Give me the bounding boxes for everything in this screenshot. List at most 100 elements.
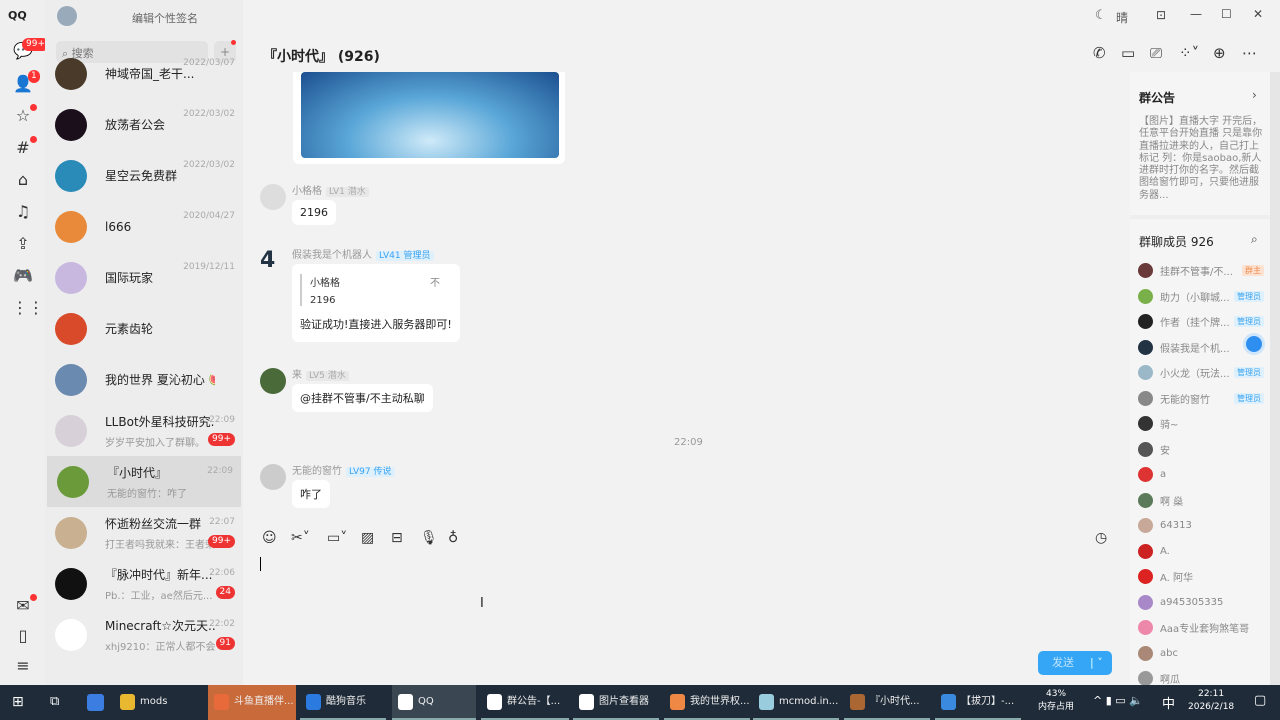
conversation-item[interactable]: 怀逝粉丝交流一群 打王者吗我就来：王者荣... 22:07 99+ bbox=[45, 507, 243, 558]
history-icon[interactable]: ◷ bbox=[1095, 530, 1107, 546]
red-packet-icon[interactable]: ⊟ bbox=[391, 530, 403, 546]
message-input[interactable] bbox=[243, 556, 1130, 685]
conversation-item[interactable]: 元素齿轮 bbox=[45, 303, 243, 354]
conversation-avatar bbox=[55, 312, 87, 345]
notification-icon[interactable]: ▢ bbox=[1254, 693, 1266, 708]
conversation-item[interactable]: LLBot外星科技研究... 岁岁平安加入了群聊。 22:09 99+ bbox=[45, 405, 243, 456]
member-item[interactable]: Aaa专业套狗煞笔哥 bbox=[1138, 615, 1268, 641]
floating-assistant-button[interactable] bbox=[1243, 333, 1265, 355]
maximize-button[interactable]: ☐ bbox=[1221, 7, 1232, 21]
conversation-item[interactable]: 我的世界 夏沁初心 🍉 bbox=[45, 354, 243, 405]
tray-chevron-icon[interactable]: ^ ▮ ▭ 🔈 bbox=[1093, 694, 1143, 707]
member-item[interactable]: 挂群不管事/不... 群主 bbox=[1138, 258, 1268, 284]
member-item[interactable]: abc bbox=[1138, 641, 1268, 667]
notice-text[interactable]: 【图片】直播大字 开完后，任意平台开始直播 只是靠你直播拉进来的人，自己打上标记… bbox=[1139, 116, 1265, 202]
emoji-icon[interactable]: ☺ bbox=[262, 530, 277, 546]
clock[interactable]: 22:11 2026/2/18 bbox=[1188, 688, 1234, 714]
send-options-chevron-icon[interactable]: | ˅ bbox=[1090, 651, 1103, 675]
phone-icon[interactable]: ▯ bbox=[12, 625, 34, 647]
voice-call-icon[interactable]: ✆ bbox=[1093, 44, 1106, 62]
gamepad-icon[interactable]: 🎮 bbox=[12, 265, 34, 287]
games-center-icon[interactable]: ⌂ bbox=[12, 169, 34, 191]
user-avatar[interactable] bbox=[57, 6, 77, 26]
pin-window-icon[interactable]: ⊡ bbox=[1156, 8, 1166, 22]
member-item[interactable]: 64313 bbox=[1138, 513, 1268, 539]
conversation-name: l666 bbox=[105, 219, 132, 234]
member-name: 安 bbox=[1160, 445, 1170, 457]
minimize-button[interactable]: — bbox=[1190, 7, 1202, 21]
member-item[interactable]: a bbox=[1138, 462, 1268, 488]
sender-avatar[interactable]: 4 bbox=[260, 248, 286, 274]
member-search-icon[interactable]: ⌕ bbox=[1251, 232, 1258, 247]
notice-title[interactable]: 群公告 bbox=[1139, 89, 1175, 106]
conversation-item[interactable]: 放荡者公会 2022/03/02 bbox=[45, 99, 243, 150]
sender-avatar[interactable] bbox=[260, 464, 286, 490]
image-icon[interactable]: ▨ bbox=[361, 530, 374, 546]
signature-edit[interactable]: 编辑个性签名 bbox=[132, 10, 198, 26]
member-item[interactable]: a945305335 bbox=[1138, 590, 1268, 616]
conversation-item[interactable]: 国际玩家 2019/12/11 bbox=[45, 252, 243, 303]
taskbar-item[interactable]: 酷狗音乐 bbox=[300, 685, 386, 720]
image-message[interactable] bbox=[293, 72, 565, 164]
conversation-item[interactable]: 星空云免费群 2022/03/02 bbox=[45, 150, 243, 201]
more-tools-icon[interactable]: ♁ bbox=[448, 530, 458, 546]
taskbar-item[interactable]: 『小时代... bbox=[844, 685, 930, 720]
apps-grid-icon[interactable]: ⋮⋮ bbox=[12, 297, 44, 319]
member-item[interactable]: A. 阿华 bbox=[1138, 564, 1268, 590]
member-item[interactable]: 无能的窗竹 管理员 bbox=[1138, 386, 1268, 412]
taskbar-item[interactable]: mcmod.in... bbox=[753, 685, 839, 720]
conversation-item[interactable]: 『小时代』 无能的窗竹：咋了 22:09 bbox=[47, 456, 241, 507]
member-item[interactable]: 骑~ bbox=[1138, 411, 1268, 437]
add-member-icon[interactable]: ⊕ bbox=[1213, 44, 1226, 62]
close-button[interactable]: ✕ bbox=[1253, 7, 1263, 21]
screen-share-icon[interactable]: ⎚ bbox=[1150, 44, 1162, 62]
conversation-item[interactable]: 『脉冲时代』新年... Pb.：工业，ae然后元... 22:06 24 bbox=[45, 558, 243, 609]
scrollbar[interactable] bbox=[1270, 72, 1280, 685]
taskbar-item[interactable]: 我的世界权... bbox=[664, 685, 750, 720]
member-item[interactable]: 小火龙（玩法... 管理员 bbox=[1138, 360, 1268, 386]
taskbar-item[interactable]: 群公告-【... bbox=[481, 685, 569, 720]
task-view-icon[interactable]: ⧉ bbox=[50, 694, 59, 709]
unread-badge: 99+ bbox=[208, 535, 235, 548]
taskbar-app-icon bbox=[120, 694, 135, 710]
start-icon[interactable]: ⊞ bbox=[12, 694, 24, 710]
conversation-item[interactable]: l666 2020/04/27 bbox=[45, 201, 243, 252]
conversation-preview: Pb.：工业，ae然后元... bbox=[105, 590, 213, 602]
menu-icon[interactable]: ≡ bbox=[12, 655, 34, 677]
video-call-icon[interactable]: ▭ bbox=[1121, 44, 1135, 62]
member-item[interactable]: 作者（挂个牌... 管理员 bbox=[1138, 309, 1268, 335]
conversation-text: Minecraft☆次元天... xhj9210：正常人都不会买吧 bbox=[105, 617, 215, 653]
quoted-message[interactable]: 小格格 2196 不 bbox=[300, 274, 440, 306]
taskbar-item[interactable]: QQ bbox=[392, 685, 476, 720]
microphone-icon[interactable]: 🎙 bbox=[420, 530, 438, 546]
conversation-item[interactable]: Minecraft☆次元天... xhj9210：正常人都不会买吧 22:02 91 bbox=[45, 609, 243, 660]
conversation-item[interactable]: 神域帝国_老干... 2022/03/07 bbox=[45, 48, 243, 99]
app-icon[interactable] bbox=[87, 694, 104, 711]
chevron-right-icon[interactable]: › bbox=[1252, 88, 1257, 102]
member-item[interactable]: A. bbox=[1138, 539, 1268, 565]
member-avatar bbox=[1138, 569, 1153, 585]
sender-avatar[interactable] bbox=[260, 368, 286, 394]
memory-usage[interactable]: 43% 内存占用 bbox=[1038, 688, 1074, 714]
screenshot-icon[interactable]: ✂˅ bbox=[291, 530, 310, 546]
send-button[interactable]: 发送 | ˅ bbox=[1038, 651, 1112, 675]
taskbar-item[interactable]: mods bbox=[114, 685, 200, 720]
apps-icon[interactable]: ⁘˅ bbox=[1179, 44, 1199, 62]
unread-badge: 99+ bbox=[208, 433, 235, 446]
member-item[interactable]: 助力（小聊城... 管理员 bbox=[1138, 284, 1268, 310]
member-role-badge: 管理员 bbox=[1234, 367, 1264, 379]
sender-avatar[interactable] bbox=[260, 184, 286, 210]
music-icon[interactable]: ♫ bbox=[12, 201, 34, 223]
upload-icon[interactable]: ⇪ bbox=[12, 233, 34, 255]
conversation-text: 『脉冲时代』新年... Pb.：工业，ae然后元... bbox=[105, 566, 215, 602]
taskbar-item[interactable]: 【拔刀】-... bbox=[935, 685, 1021, 720]
ime-indicator[interactable]: 中 bbox=[1162, 693, 1175, 712]
member-item[interactable]: 啊 燊 bbox=[1138, 488, 1268, 514]
folder-icon[interactable]: ▭˅ bbox=[327, 530, 347, 546]
left-nav: QQ 💬 99+ 👤 1 ☆ # ⌂ ♫ ⇪ 🎮 ⋮⋮ ✉ ▯ ≡ bbox=[0, 0, 49, 685]
member-item[interactable]: 安 bbox=[1138, 437, 1268, 463]
taskbar-item[interactable]: 斗鱼直播伴... bbox=[208, 685, 296, 720]
taskbar-item[interactable]: 图片查看器 bbox=[573, 685, 659, 720]
image-thumbnail[interactable] bbox=[301, 72, 559, 158]
more-icon[interactable]: ⋯ bbox=[1242, 44, 1257, 62]
